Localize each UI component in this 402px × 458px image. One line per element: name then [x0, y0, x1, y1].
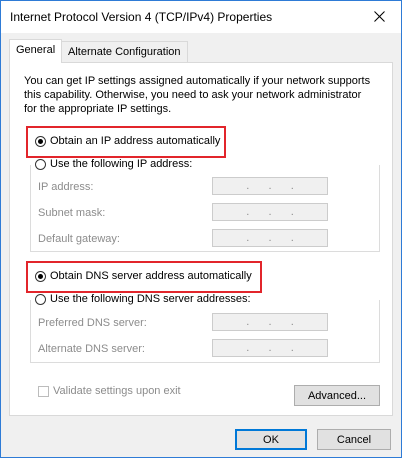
alternate-dns-label: Alternate DNS server: [38, 343, 145, 355]
ok-button[interactable]: OK [235, 429, 307, 450]
tab-alternate-configuration[interactable]: Alternate Configuration [61, 41, 188, 62]
alternate-dns-input[interactable]: ... [212, 339, 328, 357]
preferred-dns-label: Preferred DNS server: [38, 317, 147, 329]
radio-label: Obtain DNS server address automatically [50, 270, 252, 282]
default-gateway-label: Default gateway: [38, 233, 120, 245]
radio-selected-dot [38, 138, 43, 144]
window-title: Internet Protocol Version 4 (TCP/IPv4) P… [10, 10, 273, 24]
cancel-button[interactable]: Cancel [317, 429, 391, 450]
subnet-mask-input[interactable]: ... [212, 203, 328, 221]
radio-indicator [35, 270, 46, 282]
radio-label: Obtain an IP address automatically [50, 135, 221, 147]
radio-indicator [35, 135, 46, 147]
radio-obtain-dns-auto[interactable]: Obtain DNS server address automatically [35, 270, 252, 282]
ip-address-input[interactable]: ... [212, 177, 328, 195]
properties-dialog: Internet Protocol Version 4 (TCP/IPv4) P… [0, 0, 402, 458]
preferred-dns-input[interactable]: ... [212, 313, 328, 331]
title-bar: Internet Protocol Version 4 (TCP/IPv4) P… [1, 1, 401, 33]
tab-strip: General Alternate Configuration [9, 39, 393, 63]
tab-general[interactable]: General [9, 39, 63, 63]
close-button[interactable] [357, 1, 401, 31]
checkbox-box [38, 385, 49, 397]
subnet-mask-label: Subnet mask: [38, 207, 106, 219]
validate-settings-checkbox[interactable]: Validate settings upon exit [38, 385, 181, 397]
ip-address-label: IP address: [38, 181, 94, 193]
default-gateway-input[interactable]: ... [212, 229, 328, 247]
checkbox-label: Validate settings upon exit [53, 385, 181, 397]
advanced-button[interactable]: Advanced... [294, 385, 380, 406]
radio-obtain-ip-auto[interactable]: Obtain an IP address automatically [35, 135, 220, 147]
radio-selected-dot [38, 273, 43, 279]
description-text: You can get IP settings assigned automat… [24, 75, 371, 115]
close-icon [373, 10, 385, 22]
general-tab-panel: You can get IP settings assigned automat… [9, 62, 393, 416]
